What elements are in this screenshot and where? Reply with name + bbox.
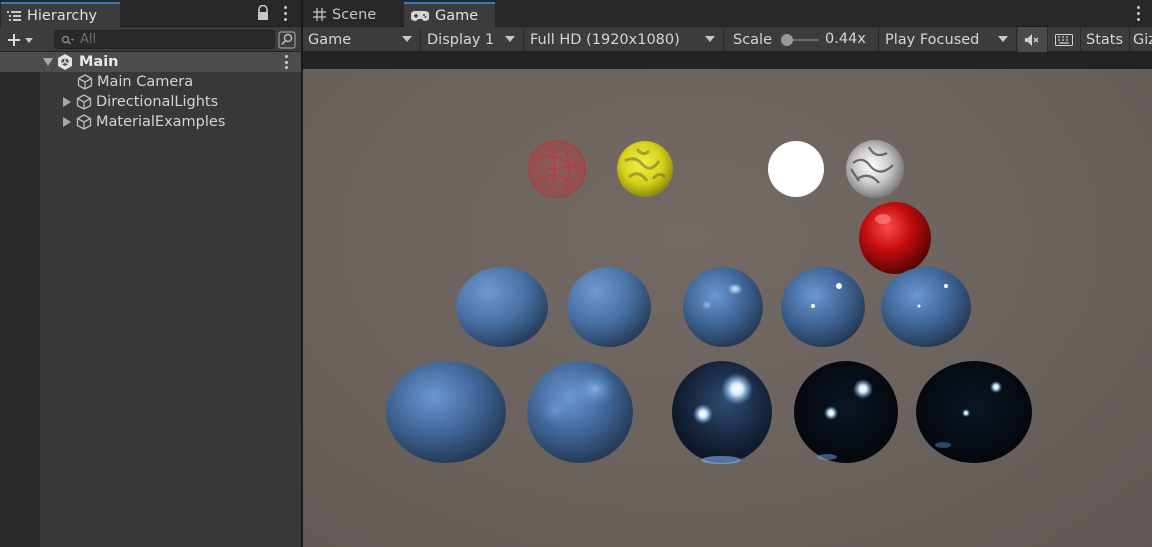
sphere-red-glossy xyxy=(859,202,931,274)
view-mode-value: Game xyxy=(308,31,352,48)
rendered-scene xyxy=(386,140,1032,464)
add-object-button[interactable] xyxy=(4,29,40,50)
game-view-menu-icon[interactable] xyxy=(1133,4,1143,22)
chevron-down-icon xyxy=(998,36,1008,42)
play-mode-dropdown[interactable]: Play Focused xyxy=(880,27,1017,52)
tab-scene[interactable]: Scene xyxy=(303,2,403,27)
hierarchy-item-main-camera[interactable]: Main Camera xyxy=(40,72,301,92)
game-tab-bar: Scene Game xyxy=(303,0,1152,27)
hierarchy-item-material-examples[interactable]: MaterialExamples xyxy=(40,112,301,132)
sphere-black-metallic-4 xyxy=(916,361,1032,463)
game-view-panel: Scene Game Game Display 1 Full HD (1920x… xyxy=(302,0,1152,547)
sphere-blue-smoothness-2 xyxy=(683,267,763,347)
gameobject-cube-icon xyxy=(77,74,93,90)
sphere-blue-smoothness-0 xyxy=(456,267,548,347)
hierarchy-item-label: Main Camera xyxy=(97,74,194,90)
play-mode-value: Play Focused xyxy=(885,31,980,48)
scene-root-main[interactable]: Main xyxy=(0,52,301,72)
mute-audio-toggle[interactable] xyxy=(1018,27,1048,52)
view-mode-dropdown[interactable]: Game xyxy=(303,27,421,52)
hierarchy-item-directional-lights[interactable]: DirectionalLights xyxy=(40,92,301,112)
sphere-blue-metallic-2 xyxy=(672,361,772,464)
game-toolbar: Game Display 1 Full HD (1920x1080) Scale… xyxy=(303,27,1152,52)
grid-hash-icon xyxy=(313,8,326,21)
stats-label: Stats xyxy=(1086,31,1124,48)
sphere-blue-metallic-3 xyxy=(794,361,898,463)
gizmos-label: Gizmos xyxy=(1133,31,1152,48)
foldout-collapsed-icon[interactable] xyxy=(61,96,73,108)
tab-scene-label: Scene xyxy=(332,6,377,23)
scale-value: 0.44x xyxy=(825,31,866,47)
resolution-dropdown[interactable]: Full HD (1920x1080) xyxy=(525,27,724,52)
hierarchy-gutter xyxy=(0,52,40,547)
chevron-down-icon xyxy=(505,36,515,42)
gizmos-button[interactable]: Gizmos xyxy=(1131,27,1152,52)
hierarchy-item-label: DirectionalLights xyxy=(96,94,219,110)
gameobject-cube-icon xyxy=(76,94,92,110)
foldout-expanded-icon[interactable] xyxy=(42,56,54,68)
scene-root-label: Main xyxy=(79,54,119,70)
sphere-blue-smoothness-1 xyxy=(567,267,651,347)
hierarchy-tab-bar: Hierarchy xyxy=(0,0,301,27)
scale-slider-handle[interactable] xyxy=(781,34,793,46)
mute-speaker-icon xyxy=(1025,33,1039,46)
hierarchy-search-input[interactable]: All xyxy=(54,30,275,49)
chevron-down-icon xyxy=(402,36,412,42)
hierarchy-menu-icon[interactable] xyxy=(280,4,290,22)
search-placeholder: All xyxy=(80,32,97,47)
keyboard-shortcuts-toggle[interactable] xyxy=(1049,27,1081,52)
tab-hierarchy[interactable]: Hierarchy xyxy=(1,2,120,27)
lock-icon[interactable] xyxy=(256,5,270,21)
sphere-red-wireframe xyxy=(528,140,586,198)
search-icon xyxy=(61,35,74,44)
foldout-collapsed-icon[interactable] xyxy=(61,116,73,128)
tab-game[interactable]: Game xyxy=(404,2,495,27)
sphere-blue-metallic-0 xyxy=(386,361,506,463)
gameobject-cube-icon xyxy=(76,114,92,130)
sphere-yellow-noise xyxy=(617,141,673,197)
hierarchy-panel: Hierarchy All Main Main Camera Direction… xyxy=(0,0,301,547)
display-dropdown[interactable]: Display 1 xyxy=(422,27,524,52)
scale-label: Scale xyxy=(733,31,773,48)
sphere-white-marble xyxy=(846,140,904,198)
tab-game-label: Game xyxy=(435,7,479,24)
keyboard-icon xyxy=(1055,33,1073,46)
hierarchy-toolbar: All xyxy=(0,27,301,52)
game-viewport[interactable] xyxy=(303,69,1152,547)
hierarchy-list-icon xyxy=(7,10,21,21)
display-value: Display 1 xyxy=(427,31,495,48)
sphere-blue-smoothness-4 xyxy=(881,267,971,347)
scale-control: Scale 0.44x xyxy=(725,27,879,52)
plus-icon xyxy=(8,33,20,46)
stats-button[interactable]: Stats xyxy=(1082,27,1130,52)
hierarchy-item-label: MaterialExamples xyxy=(96,114,226,130)
unity-logo-icon xyxy=(58,54,72,70)
chevron-down-icon xyxy=(25,37,33,43)
sphere-white-unlit xyxy=(768,141,824,197)
scene-search-icon[interactable] xyxy=(278,31,296,49)
viewport-letterbox xyxy=(303,52,1152,69)
scene-menu-icon[interactable] xyxy=(283,55,289,69)
gamepad-icon xyxy=(411,10,429,21)
chevron-down-icon xyxy=(705,36,715,42)
hierarchy-tab-label: Hierarchy xyxy=(27,7,98,24)
sphere-blue-metallic-1 xyxy=(527,361,633,463)
resolution-value: Full HD (1920x1080) xyxy=(530,31,680,48)
sphere-blue-smoothness-3 xyxy=(781,267,865,347)
